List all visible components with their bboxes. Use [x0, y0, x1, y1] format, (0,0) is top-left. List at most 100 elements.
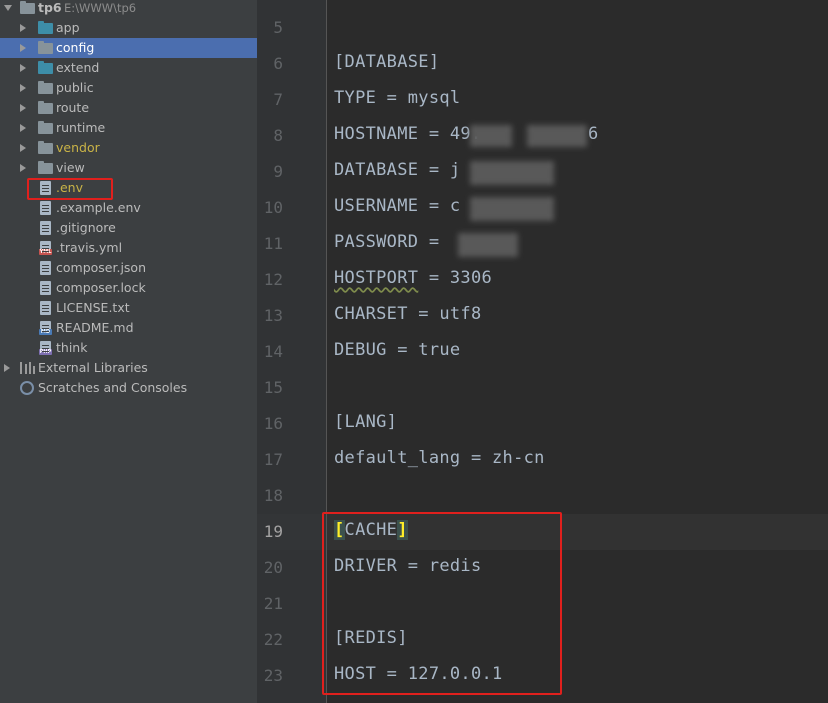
tree-root-row[interactable]: tp6 E:\WWW\tp6 — [0, 0, 257, 18]
tree-item-think[interactable]: PHP think — [0, 338, 257, 358]
chevron-right-icon[interactable] — [20, 24, 26, 32]
tree-item-label: README.md — [56, 320, 134, 335]
annotation-box-cache-redis — [322, 512, 562, 695]
tree-item-composer-json[interactable]: composer.json — [0, 258, 257, 278]
file-icon: YML — [39, 241, 52, 255]
chevron-right-icon[interactable] — [20, 124, 26, 132]
code-line[interactable]: HOSTPORT = 3306 — [334, 268, 492, 288]
tree-item-view[interactable]: view — [0, 158, 257, 178]
code-line[interactable]: USERNAME = c — [334, 196, 460, 216]
tree-item-runtime[interactable]: runtime — [0, 118, 257, 138]
line-number: 18 — [263, 486, 283, 505]
folder-icon — [38, 61, 53, 74]
chevron-right-icon[interactable] — [20, 164, 26, 172]
line-number: 16 — [263, 414, 283, 433]
tree-item-scratches[interactable]: Scratches and Consoles — [0, 378, 257, 398]
tree-item-label: vendor — [56, 140, 100, 155]
tree-item-label: composer.lock — [56, 280, 146, 295]
chevron-right-icon[interactable] — [20, 144, 26, 152]
line-number: 22 — [263, 630, 283, 649]
tree-item-config[interactable]: config — [0, 38, 257, 58]
tree-item-label: public — [56, 80, 94, 95]
folder-icon — [20, 1, 35, 14]
line-number: 20 — [263, 558, 283, 577]
code-line[interactable]: PASSWORD = — [334, 232, 450, 252]
code-line[interactable]: default_lang = zh-cn — [334, 448, 545, 468]
line-number: 15 — [263, 378, 283, 397]
chevron-right-icon[interactable] — [20, 104, 26, 112]
line-number: 5 — [273, 18, 283, 37]
code-line[interactable]: TYPE = mysql — [334, 88, 460, 108]
line-number: 17 — [263, 450, 283, 469]
line-number: 23 — [263, 666, 283, 685]
tree-item-dot-gitignore[interactable]: .gitignore — [0, 218, 257, 238]
line-number: 12 — [263, 270, 283, 289]
tree-item-label: view — [56, 160, 85, 175]
redacted-patch — [527, 125, 587, 147]
file-icon — [40, 201, 51, 215]
tree-item-label: .gitignore — [56, 220, 116, 235]
project-root-name: tp6 — [38, 0, 62, 15]
tree-item-dot-example-env[interactable]: .example.env — [0, 198, 257, 218]
tree-item-label: LICENSE.txt — [56, 300, 130, 315]
folder-icon — [38, 21, 53, 34]
code-line[interactable]: [DATABASE] — [334, 52, 439, 72]
folder-icon — [38, 101, 53, 114]
tree-item-external-libraries[interactable]: External Libraries — [0, 358, 257, 378]
tree-item-label: route — [56, 100, 90, 115]
tree-item-license-txt[interactable]: LICENSE.txt — [0, 298, 257, 318]
folder-icon — [38, 161, 53, 174]
tree-item-composer-lock[interactable]: composer.lock — [0, 278, 257, 298]
tree-item-label: .travis.yml — [56, 240, 123, 255]
tree-item-public[interactable]: public — [0, 78, 257, 98]
file-icon — [40, 301, 51, 315]
chevron-down-icon[interactable] — [4, 5, 12, 11]
tree-item-vendor[interactable]: vendor — [0, 138, 257, 158]
chevron-right-icon[interactable] — [4, 364, 10, 372]
line-number: 6 — [273, 54, 283, 73]
scratches-label: Scratches and Consoles — [38, 380, 188, 395]
code-line[interactable]: [LANG] — [334, 412, 397, 432]
redacted-patch — [470, 197, 554, 221]
tree-item-label: app — [56, 20, 80, 35]
code-line[interactable]: DATABASE = j — [334, 160, 460, 180]
chevron-right-icon[interactable] — [20, 44, 26, 52]
chevron-right-icon[interactable] — [20, 64, 26, 72]
line-number: 13 — [263, 306, 283, 325]
folder-icon — [38, 121, 53, 134]
code-line[interactable]: CHARSET = utf8 — [334, 304, 482, 324]
redacted-patch — [458, 233, 518, 257]
tree-item-route[interactable]: route — [0, 98, 257, 118]
tree-item-dot-travis-yml[interactable]: YML .travis.yml — [0, 238, 257, 258]
redacted-patch — [470, 161, 554, 185]
file-icon: PHP — [39, 341, 52, 355]
line-number: 9 — [273, 162, 283, 181]
folder-icon — [38, 141, 53, 154]
line-number: 8 — [273, 126, 283, 145]
line-number: 11 — [263, 234, 283, 253]
annotation-box-env — [27, 178, 113, 200]
file-icon — [40, 221, 51, 235]
tree-item-extend[interactable]: extend — [0, 58, 257, 78]
line-number: 19 — [263, 522, 283, 541]
code-line[interactable]: DEBUG = true — [334, 340, 460, 360]
file-icon — [40, 281, 51, 295]
file-type-badge: PHP — [39, 349, 52, 355]
redacted-patch — [470, 125, 512, 147]
tree-item-label: extend — [56, 60, 100, 75]
tree-item-label: .example.env — [56, 200, 141, 215]
folder-icon — [38, 81, 53, 94]
code-line[interactable]: HOSTNAME = 49. 6 — [334, 124, 598, 144]
line-number: 10 — [263, 198, 283, 217]
external-libraries-label: External Libraries — [38, 360, 148, 375]
project-tree-panel: tp6 E:\WWW\tp6 app config extend public rout… — [0, 0, 257, 703]
scratches-icon — [20, 381, 34, 395]
folder-icon — [38, 41, 53, 54]
line-number: 14 — [263, 342, 283, 361]
tree-item-label: composer.json — [56, 260, 147, 275]
tree-item-label: think — [56, 340, 88, 355]
chevron-right-icon[interactable] — [20, 84, 26, 92]
file-type-badge: YML — [39, 249, 52, 255]
tree-item-app[interactable]: app — [0, 18, 257, 38]
tree-item-readme-md[interactable]: MD README.md — [0, 318, 257, 338]
